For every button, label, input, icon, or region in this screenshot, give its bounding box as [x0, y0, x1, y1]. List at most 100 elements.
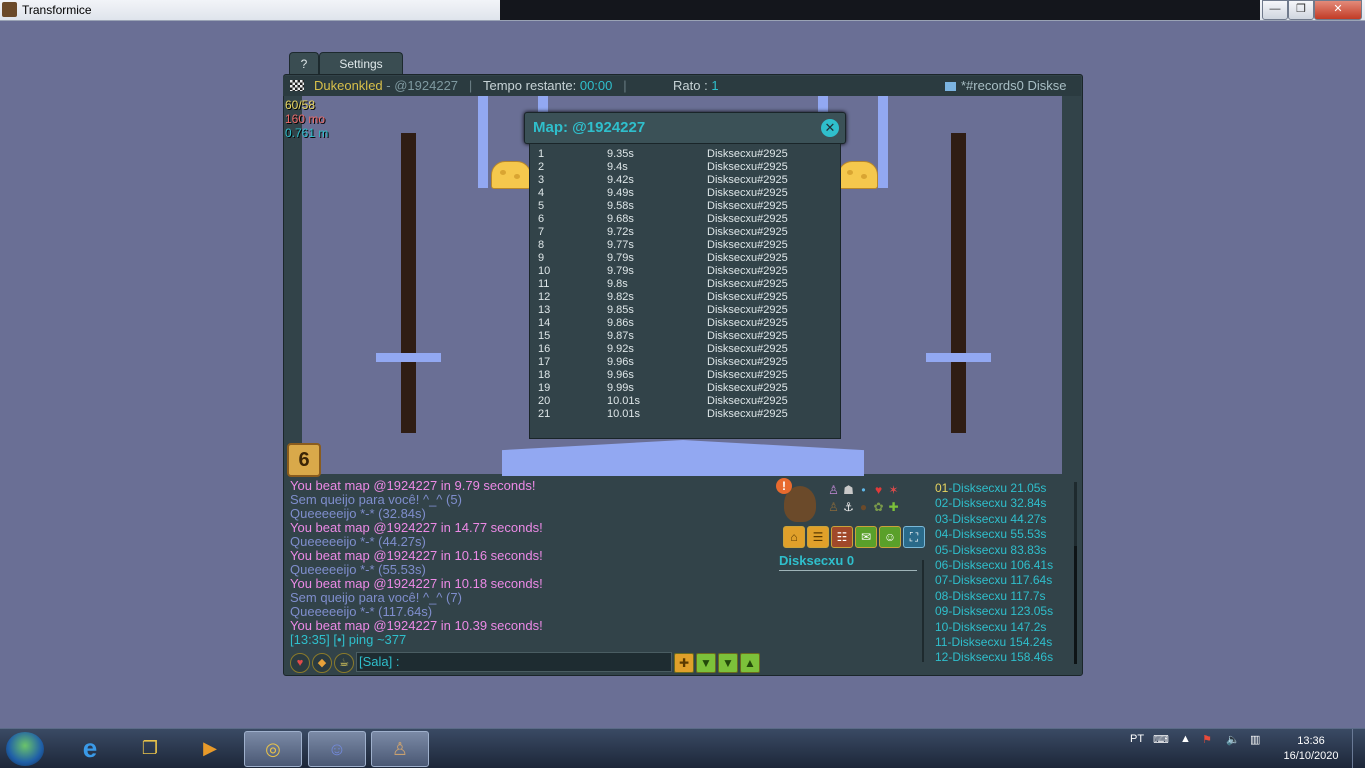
ranking-row[interactable]: 11-Disksecxu 154.24s: [935, 635, 1053, 650]
record-rank: 5: [538, 200, 545, 212]
plus-icon[interactable]: ✚: [886, 499, 901, 516]
mouse-avatar[interactable]: !: [776, 478, 820, 526]
close-window-button[interactable]: ✕: [1314, 0, 1362, 20]
title-bar-background-strip: [500, 0, 1260, 20]
arrow-up-button[interactable]: ▲: [740, 653, 760, 673]
arrow-down-button[interactable]: ▼: [718, 653, 738, 673]
heart-button[interactable]: ♥: [290, 653, 310, 673]
show-desktop-button[interactable]: [1352, 729, 1365, 768]
ranking-time: 154.24s: [1009, 635, 1053, 650]
popup-close-button[interactable]: ✕: [821, 119, 839, 137]
discord-icon[interactable]: ☺: [879, 526, 901, 548]
record-rank: 18: [538, 369, 551, 381]
ranking-player: -Disksecxu: [948, 604, 1008, 619]
ranking-player: -Disksecxu: [948, 496, 1008, 511]
house-icon[interactable]: ⌂: [783, 526, 805, 548]
memory-readout: 160 mo: [285, 112, 326, 126]
record-rank: 9: [538, 252, 545, 264]
transformice-taskbar-icon[interactable]: ♙: [371, 731, 429, 767]
chat-input[interactable]: [Sala] :: [356, 652, 672, 672]
record-time: 9.72s: [607, 226, 634, 238]
media-player-icon[interactable]: ▶: [182, 731, 238, 765]
chat-input-bar: ♥ ◆ ☕ [Sala] : ✚ ▼ ▼ ▲: [286, 651, 761, 673]
ranking-row[interactable]: 09-Disksecxu 123.05s: [935, 604, 1053, 619]
clock-time: 13:36: [1297, 735, 1325, 747]
add-button[interactable]: ✚: [674, 653, 694, 673]
show-hidden-icons-icon[interactable]: ▲: [1180, 733, 1191, 745]
network-icon[interactable]: ▥: [1250, 733, 1260, 746]
nut-icon[interactable]: ●: [856, 499, 871, 516]
ranking-scrollbar-thumb[interactable]: [1074, 546, 1077, 664]
fullscreen-icon[interactable]: ⛶: [903, 526, 925, 548]
distance-readout: 0.761 m: [285, 126, 329, 140]
ranking-row[interactable]: 07-Disksecxu 117.64s: [935, 573, 1053, 588]
maximize-button[interactable]: ❒: [1288, 0, 1314, 20]
dress-icon[interactable]: ♙: [826, 482, 841, 499]
flower-icon[interactable]: ✿: [871, 499, 886, 516]
keyboard-icon[interactable]: ⌨: [1153, 733, 1169, 746]
chrome-icon[interactable]: ◎: [244, 731, 302, 767]
ranking-time: 117.64s: [1010, 573, 1053, 588]
record-time: 9.99s: [607, 382, 634, 394]
chat-icon[interactable]: ✉: [855, 526, 877, 548]
chat-message: You beat map @1924227 in 10.16 seconds!: [290, 548, 543, 563]
discord-taskbar-icon[interactable]: ☺: [308, 731, 366, 767]
chat-bubble-icon: [945, 82, 956, 91]
room-ranking-list: 01-Disksecxu 21.05s 02-Disksecxu 32.84s 03…: [935, 481, 1053, 666]
minimize-button[interactable]: —: [1262, 0, 1288, 20]
clock[interactable]: 13:36 16/10/2020: [1280, 734, 1342, 764]
hat-icon[interactable]: ☗: [841, 482, 856, 499]
volume-icon[interactable]: 🔈: [1226, 733, 1240, 746]
room-channel[interactable]: *#records0 Diskse: [945, 76, 1077, 96]
start-button[interactable]: [6, 732, 44, 766]
ranking-scrollbar[interactable]: [1074, 482, 1077, 664]
drop-icon[interactable]: •: [856, 482, 871, 499]
ranking-row[interactable]: 01-Disksecxu 21.05s: [935, 481, 1053, 496]
player-name: Disksecxu 0: [779, 553, 855, 568]
tea-button[interactable]: ☕: [334, 653, 354, 673]
tab-settings[interactable]: Settings: [319, 52, 403, 75]
popup-title: Map: @1924227: [533, 119, 646, 136]
shield-button[interactable]: ◆: [312, 653, 332, 673]
record-player: Disksecxu#2925: [707, 226, 788, 238]
wardrobe-icon[interactable]: ☷: [831, 526, 853, 548]
ranking-row[interactable]: 04-Disksecxu 55.53s: [935, 527, 1053, 542]
internet-explorer-icon[interactable]: e: [62, 731, 118, 765]
pawn-icon[interactable]: ♙: [826, 499, 841, 516]
chat-message: Queeeeeijo *-* (44.27s): [290, 534, 426, 549]
record-player: Disksecxu#2925: [707, 148, 788, 160]
ranking-row[interactable]: 06-Disksecxu 106.41s: [935, 558, 1053, 573]
ranking-row[interactable]: 05-Disksecxu 83.83s: [935, 543, 1053, 558]
tab-help[interactable]: ?: [289, 52, 319, 75]
alert-icon[interactable]: !: [776, 478, 792, 494]
chat-message: You beat map @1924227 in 10.18 seconds!: [290, 576, 543, 591]
record-player: Disksecxu#2925: [707, 291, 788, 303]
ranking-row[interactable]: 12-Disksecxu 158.46s: [935, 650, 1053, 665]
file-explorer-icon[interactable]: ❐: [122, 731, 178, 765]
checkered-flag-icon: [290, 80, 304, 91]
record-rank: 15: [538, 330, 551, 342]
ranking-row[interactable]: 10-Disksecxu 147.2s: [935, 620, 1053, 635]
record-time: 9.87s: [607, 330, 634, 342]
ranking-row[interactable]: 03-Disksecxu 44.27s: [935, 512, 1053, 527]
record-time: 9.92s: [607, 343, 634, 355]
record-rank: 8: [538, 239, 545, 251]
action-center-icon[interactable]: ⚑: [1202, 733, 1212, 746]
panel-divider: [922, 560, 924, 662]
star-icon[interactable]: ✶: [886, 482, 901, 499]
ranking-row[interactable]: 08-Disksecxu 117.7s: [935, 589, 1053, 604]
anchor-icon[interactable]: ⚓: [841, 499, 856, 516]
language-indicator[interactable]: PT: [1130, 733, 1144, 745]
ranking-time: 147.2s: [1010, 619, 1047, 634]
record-time: 9.42s: [607, 174, 634, 186]
heart-icon[interactable]: ♥: [871, 482, 886, 499]
light-blue-beam: [818, 96, 828, 112]
record-player: Disksecxu#2925: [707, 382, 788, 394]
time-label: Tempo restante:: [483, 78, 577, 93]
list-icon[interactable]: ☰: [807, 526, 829, 548]
arrow-down-button[interactable]: ▼: [696, 653, 716, 673]
ranking-row[interactable]: 02-Disksecxu 32.84s: [935, 496, 1053, 511]
record-rank: 12: [538, 291, 551, 303]
window-title: Transformice: [22, 3, 92, 17]
record-player: Disksecxu#2925: [707, 239, 788, 251]
